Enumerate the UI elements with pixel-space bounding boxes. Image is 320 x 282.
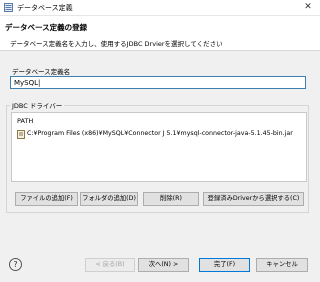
page-description: データベース定義名を入力し、使用するJDBC Drvierを選択してください (10, 40, 223, 48)
jdbc-group-label: JDBC ドライバー (10, 100, 65, 110)
driver-path-text: C:¥Program Files (x86)¥MySQL¥Connector J… (27, 130, 293, 137)
window-title: データベース定義 (17, 4, 73, 12)
close-icon[interactable]: ✕ (302, 1, 314, 13)
delete-button[interactable]: 削除(R) (143, 192, 199, 206)
finish-button[interactable]: 完了(F) (199, 258, 250, 272)
back-button[interactable]: < 戻る(B) (85, 258, 135, 272)
dbname-input[interactable]: MySQL| (10, 76, 306, 89)
add-file-button[interactable]: ファイルの追加(F) (15, 192, 78, 206)
add-folder-button[interactable]: フォルダの追加(D) (80, 192, 138, 206)
wizard-header: データベース定義の登録 データベース定義名を入力し、使用するJDBC Drvie… (0, 16, 320, 51)
database-definition-icon (4, 3, 13, 12)
next-button[interactable]: 次へ(N) > (138, 258, 189, 272)
list-item[interactable]: C:¥Program Files (x86)¥MySQL¥Connector J… (15, 129, 303, 140)
title-bar: データベース定義 ✕ (0, 0, 320, 16)
page-title: データベース定義の登録 (5, 23, 88, 32)
driver-path-list[interactable]: PATH C:¥Program Files (x86)¥MySQL¥Connec… (11, 112, 307, 182)
select-registered-driver-button[interactable]: 登録済みDriverから選択する(C) (203, 192, 304, 206)
help-icon[interactable]: ? (9, 258, 22, 271)
dbname-label: データベース定義名 (12, 68, 71, 76)
jar-file-icon (17, 130, 25, 139)
cancel-button[interactable]: キャンセル (256, 258, 308, 272)
path-column-header: PATH (17, 117, 34, 125)
